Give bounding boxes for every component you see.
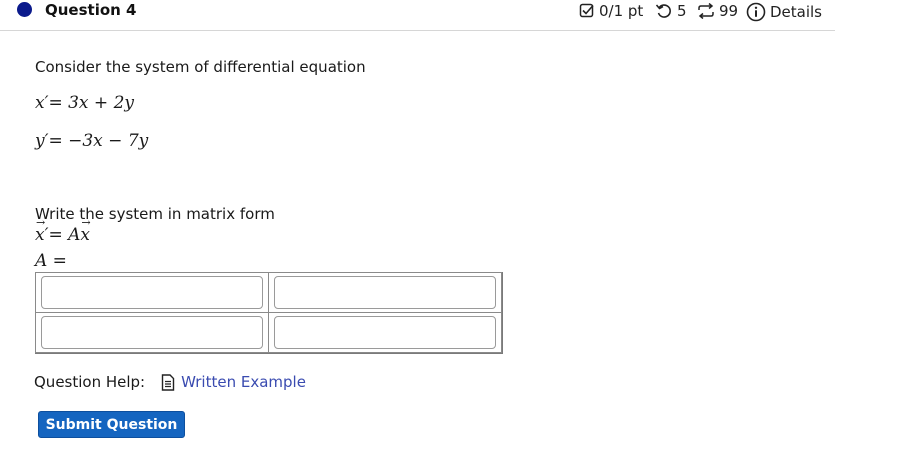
attempts-count: 99 xyxy=(719,2,739,20)
written-example-label: Written Example xyxy=(181,373,306,391)
equation-x-rhs: 3x + 2y xyxy=(68,93,134,113)
question-help: Question Help: Written Example xyxy=(34,373,306,391)
retry-count: 5 xyxy=(677,2,687,20)
retry-indicator: 5 xyxy=(655,2,687,20)
matrix-cell xyxy=(35,312,269,353)
matrix-entry-1-2[interactable] xyxy=(274,276,496,309)
question-title: Question 4 xyxy=(45,1,137,19)
score-text: 0/1 pt xyxy=(599,2,644,20)
question-help-label: Question Help: xyxy=(34,373,146,391)
question-status-dot xyxy=(17,2,32,17)
matrix-a-label: A = xyxy=(35,251,67,271)
details-button[interactable]: Details xyxy=(746,2,822,22)
retry-icon xyxy=(655,4,671,18)
info-icon xyxy=(746,2,766,22)
equation-y-rhs: −3x − 7y xyxy=(68,131,149,151)
written-example-link[interactable]: Written Example xyxy=(161,373,306,391)
matrix-prompt: Write the system in matrix form xyxy=(35,205,275,223)
matrix-entry-1-1[interactable] xyxy=(41,276,263,309)
matrix-form-equation: x′= Ax xyxy=(35,216,90,245)
equation-x-lhs: x′ xyxy=(35,93,49,113)
matrix-entry-2-1[interactable] xyxy=(41,316,263,349)
matrix-cell xyxy=(268,312,502,353)
checkbox-icon xyxy=(579,3,594,18)
equation-y: y′= −3x − 7y xyxy=(35,131,149,151)
document-icon xyxy=(161,373,175,391)
equation-x: x′= 3x + 2y xyxy=(35,93,134,113)
attempts-icon xyxy=(698,3,714,19)
matrix-a-grid xyxy=(35,272,503,354)
equation-y-lhs: y′ xyxy=(35,131,49,151)
question-header: Question 4 0/1 pt 5 99 Details xyxy=(0,0,835,31)
problem-intro: Consider the system of differential equa… xyxy=(35,58,366,76)
attempts-indicator: 99 xyxy=(697,2,738,20)
submit-question-button[interactable]: Submit Question xyxy=(38,411,185,438)
details-label: Details xyxy=(770,3,823,21)
matrix-cell xyxy=(268,272,502,313)
score-indicator: 0/1 pt xyxy=(579,2,643,20)
matrix-cell xyxy=(35,272,269,313)
matrix-entry-2-2[interactable] xyxy=(274,316,496,349)
